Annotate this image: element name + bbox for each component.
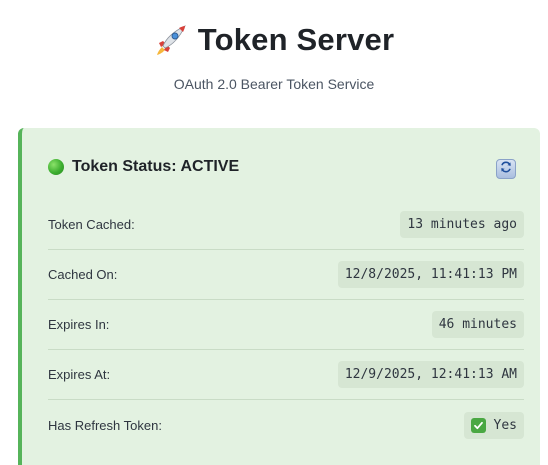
expires-at-label: Expires At: (48, 367, 111, 382)
status-indicator-icon (48, 159, 64, 175)
checkmark-icon (470, 417, 486, 433)
expires-in-value: 46 minutes (431, 311, 524, 338)
token-cached-value: 13 minutes ago (400, 211, 524, 238)
refresh-icon (499, 160, 513, 179)
cached-on-label: Cached On: (48, 267, 118, 282)
cached-on-value: 12/8/2025, 11:41:13 PM (337, 261, 524, 288)
cached-on-row: Cached On: 12/8/2025, 11:41:13 PM (48, 250, 524, 300)
token-cached-row: Token Cached: 13 minutes ago (48, 200, 524, 250)
has-refresh-token-text: Yes (493, 417, 517, 433)
token-status-header: Token Status: ACTIVE (48, 158, 239, 176)
refresh-button[interactable] (496, 159, 516, 179)
expires-in-label: Expires In: (48, 317, 110, 332)
token-status-label: Token Status: ACTIVE (72, 158, 240, 175)
has-refresh-token-label: Has Refresh Token: (48, 417, 162, 433)
token-server-page: Token Server OAuth 2.0 Bearer Token Serv… (0, 0, 548, 465)
page-title: Token Server (197, 22, 395, 57)
has-refresh-token-value: Yes (463, 411, 524, 439)
page-subtitle: OAuth 2.0 Bearer Token Service (173, 76, 375, 92)
expires-at-value: 12/9/2025, 12:41:13 AM (337, 361, 524, 388)
page-header: Token Server (0, 18, 548, 62)
expires-in-row: Expires In: 46 minutes (48, 300, 524, 350)
has-refresh-token-row: Has Refresh Token: Yes (48, 400, 524, 450)
token-cached-label: Token Cached: (48, 217, 135, 232)
expires-at-row: Expires At: 12/9/2025, 12:41:13 AM (48, 350, 524, 400)
rocket-icon (154, 23, 188, 57)
token-details-list: Token Cached: 13 minutes ago Cached On: … (48, 200, 524, 450)
token-status-card: Token Status: ACTIVE Token Cached: 13 mi… (18, 128, 540, 465)
